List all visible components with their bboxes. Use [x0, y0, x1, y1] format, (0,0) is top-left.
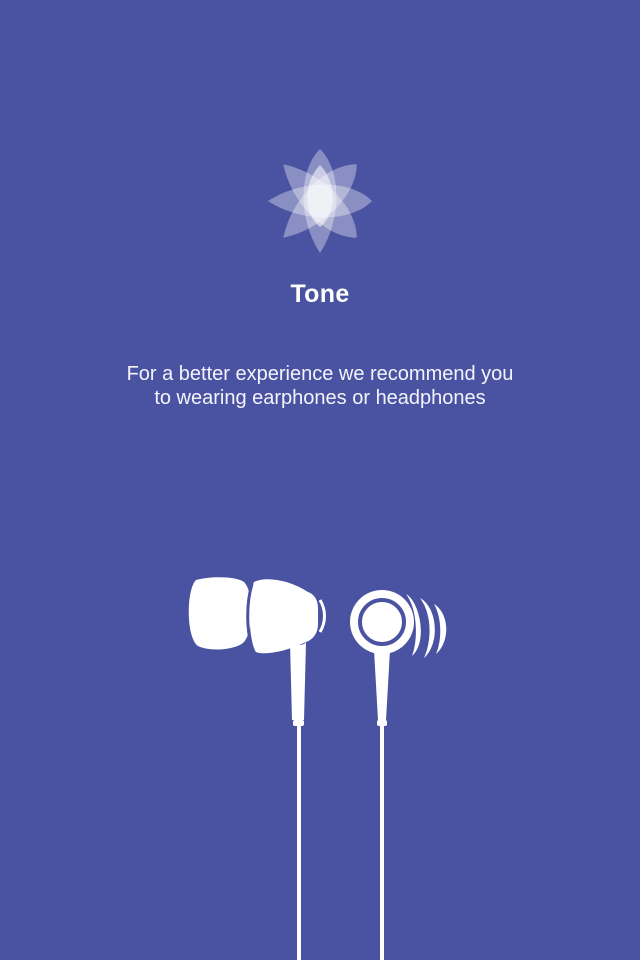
earphones-icon — [188, 577, 447, 960]
app-title: Tone — [290, 280, 350, 308]
flower-logo-icon — [268, 149, 372, 253]
recommendation-message: For a better experience we recommend you… — [126, 363, 514, 409]
onboarding-screen: Tone For a better experience we recommen… — [0, 0, 640, 960]
